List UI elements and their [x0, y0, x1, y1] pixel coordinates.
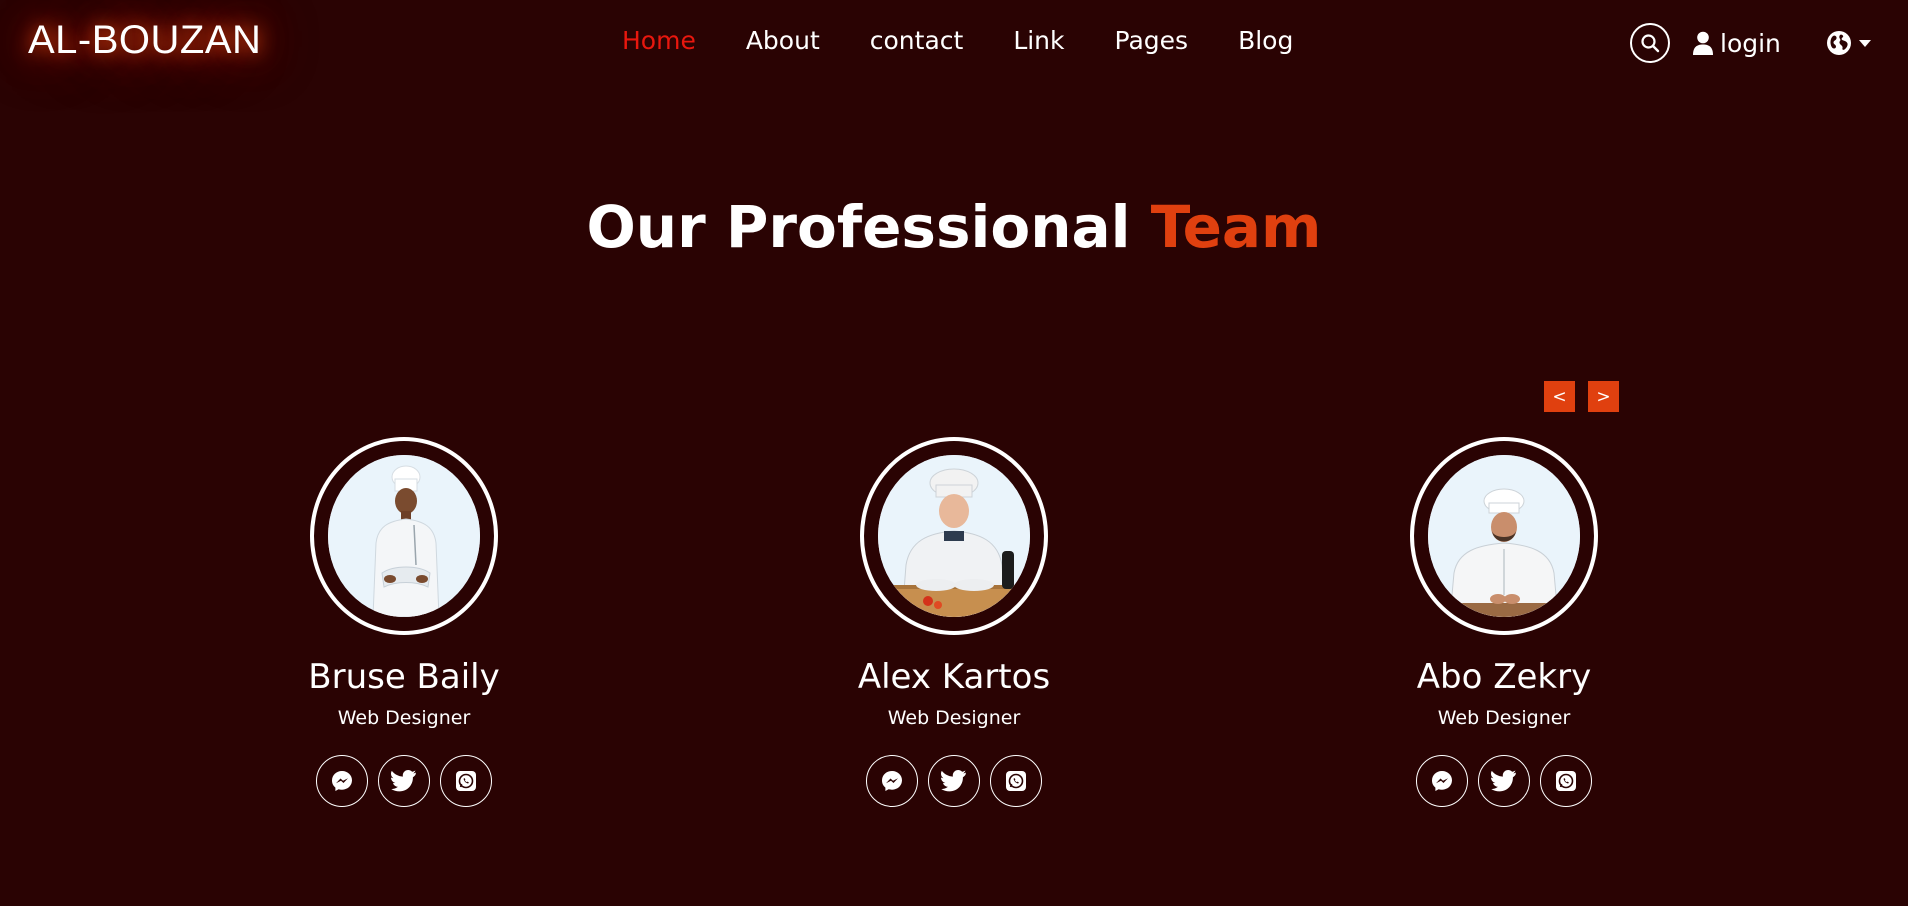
nav-link-home[interactable]: Home	[622, 26, 696, 55]
avatar-ring	[1410, 437, 1598, 635]
messenger-button[interactable]	[316, 755, 368, 807]
nav-link-link[interactable]: Link	[1013, 26, 1064, 55]
team-card: Bruse Baily Web Designer	[274, 437, 534, 807]
social-links	[824, 755, 1084, 807]
login-button[interactable]: login	[1692, 29, 1781, 58]
globe-icon	[1826, 31, 1851, 55]
twitter-button[interactable]	[378, 755, 430, 807]
whatsapp-button[interactable]	[1540, 755, 1592, 807]
twitter-button[interactable]	[1478, 755, 1530, 807]
twitter-icon	[391, 770, 416, 792]
carousel-prev-button[interactable]: <	[1544, 381, 1575, 412]
whatsapp-icon	[1006, 771, 1026, 791]
nav-link-contact[interactable]: contact	[870, 26, 964, 55]
navbar: AL-BOUZAN Home About contact Link Pages …	[0, 0, 1908, 86]
section-title-main: Our Professional	[586, 193, 1131, 261]
avatar	[878, 455, 1030, 617]
twitter-icon	[1491, 770, 1516, 792]
member-role: Web Designer	[337, 707, 471, 729]
messenger-icon	[1432, 771, 1452, 791]
whatsapp-button[interactable]	[440, 755, 492, 807]
member-name: Bruse Baily	[308, 657, 500, 697]
member-role: Web Designer	[1437, 707, 1571, 729]
member-name: Abo Zekry	[1416, 657, 1592, 697]
section-title-accent: Team	[1150, 193, 1322, 261]
search-button[interactable]	[1630, 23, 1670, 63]
avatar-ring	[860, 437, 1048, 635]
messenger-button[interactable]	[1416, 755, 1468, 807]
nav-right: login	[1630, 20, 1871, 66]
user-icon	[1693, 31, 1713, 55]
messenger-icon	[332, 771, 352, 791]
nav-link-pages[interactable]: Pages	[1115, 26, 1189, 55]
social-links	[1374, 755, 1634, 807]
whatsapp-button[interactable]	[990, 755, 1042, 807]
carousel-controls: < >	[1544, 381, 1619, 412]
section-title: Our Professional Team	[0, 190, 1908, 264]
messenger-button[interactable]	[866, 755, 918, 807]
team-card: Alex Kartos Web Designer	[824, 437, 1084, 807]
avatar-ring	[310, 437, 498, 635]
twitter-icon	[941, 770, 966, 792]
member-role: Web Designer	[887, 707, 1021, 729]
nav-link-blog[interactable]: Blog	[1238, 26, 1293, 55]
twitter-button[interactable]	[928, 755, 980, 807]
language-dropdown[interactable]	[1826, 30, 1871, 56]
carousel-next-button[interactable]: >	[1588, 381, 1619, 412]
nav-links: Home About contact Link Pages Blog	[622, 26, 1343, 55]
nav-link-about[interactable]: About	[746, 26, 820, 55]
team-card: Abo Zekry Web Designer	[1374, 437, 1634, 807]
whatsapp-icon	[456, 771, 476, 791]
chevron-down-icon	[1858, 39, 1871, 47]
social-links	[274, 755, 534, 807]
avatar	[328, 455, 480, 617]
member-name: Alex Kartos	[857, 657, 1051, 697]
brand-logo[interactable]: AL-BOUZAN	[28, 18, 261, 63]
messenger-icon	[882, 771, 902, 791]
login-label: login	[1720, 28, 1781, 58]
search-icon	[1641, 34, 1660, 53]
whatsapp-icon	[1556, 771, 1576, 791]
avatar	[1428, 455, 1580, 617]
